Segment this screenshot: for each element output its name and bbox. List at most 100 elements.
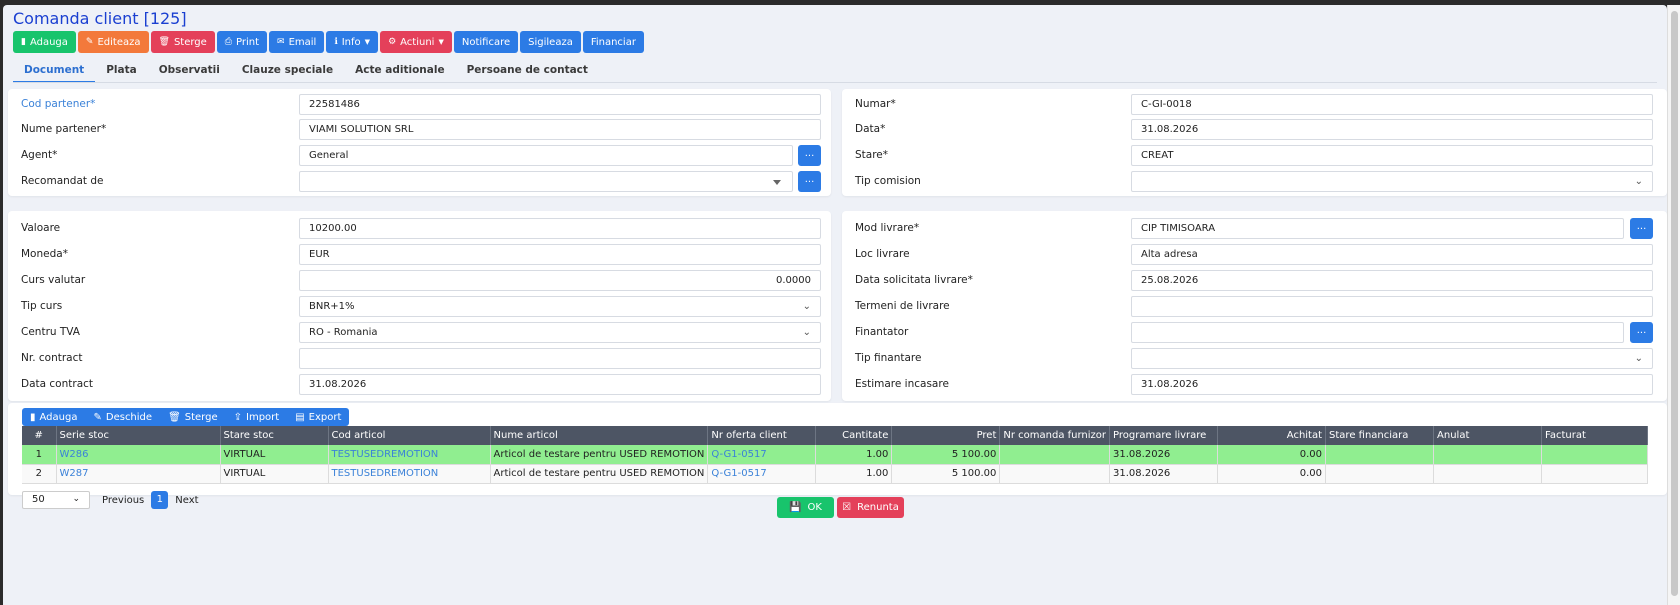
cell-nr-oferta[interactable]: Q-G1-0517 bbox=[707, 445, 817, 465]
grid-add-button[interactable]: ▮ Adauga bbox=[22, 408, 85, 426]
col-cantitate[interactable]: Cantitate bbox=[815, 426, 893, 445]
partner-name-input[interactable]: VIAMI SOLUTION SRL bbox=[299, 119, 821, 140]
financier-lookup-button[interactable]: ... bbox=[1630, 322, 1653, 343]
vat-center-select[interactable]: RO - Romania ⌄ bbox=[299, 322, 821, 343]
table-row[interactable]: 2 W287 VIRTUAL TESTUSEDREMOTION Articol … bbox=[22, 464, 1648, 484]
col-anulat[interactable]: Anulat bbox=[1433, 426, 1543, 445]
grid-delete-button[interactable]: 🗑 Sterge bbox=[160, 408, 226, 426]
delivery-terms-input[interactable] bbox=[1131, 296, 1653, 317]
financier-input[interactable] bbox=[1131, 322, 1624, 343]
tab-persoane-contact[interactable]: Persoane de contact bbox=[456, 59, 599, 83]
contract-date-input[interactable]: 31.08.2026 bbox=[299, 374, 821, 395]
cell-nr-oferta[interactable]: Q-G1-0517 bbox=[707, 464, 817, 484]
rate-type-row: Tip curs BNR+1% ⌄ bbox=[8, 296, 831, 317]
col-nume-articol[interactable]: Nume articol bbox=[490, 426, 709, 445]
seal-button[interactable]: Sigileaza bbox=[520, 31, 581, 53]
ok-button[interactable]: 💾 OK bbox=[777, 497, 834, 518]
col-index[interactable]: # bbox=[22, 426, 57, 445]
cancel-label: Renunta bbox=[857, 502, 899, 513]
tab-observatii[interactable]: Observatii bbox=[148, 59, 231, 83]
email-button[interactable]: ✉ Email bbox=[269, 31, 325, 53]
page-size-value: 50 bbox=[32, 494, 45, 505]
delivery-place-input[interactable]: Alta adresa bbox=[1131, 244, 1653, 265]
actions-label: Actiuni bbox=[400, 36, 435, 48]
cell-serie-stoc[interactable]: W286 bbox=[56, 445, 221, 465]
delivery-mode-input[interactable]: CIP TIMISOARA bbox=[1131, 218, 1624, 239]
print-button[interactable]: ⎙ Print bbox=[216, 31, 268, 53]
partner-code-label[interactable]: Cod partener* bbox=[21, 98, 95, 110]
col-facturat[interactable]: Facturat bbox=[1541, 426, 1648, 445]
notify-button[interactable]: Notificare bbox=[453, 31, 519, 53]
col-stare-stoc[interactable]: Stare stoc bbox=[220, 426, 329, 445]
table-row[interactable]: 1 W286 VIRTUAL TESTUSEDREMOTION Articol … bbox=[22, 445, 1648, 465]
cell-serie-stoc[interactable]: W287 bbox=[56, 464, 221, 484]
col-serie-stoc[interactable]: Serie stoc bbox=[56, 426, 221, 445]
edit-button[interactable]: ✎ Editeaza bbox=[77, 31, 149, 53]
file-icon: ▮ bbox=[21, 37, 26, 47]
recommended-select[interactable] bbox=[299, 171, 793, 192]
recommended-label: Recomandat de bbox=[21, 175, 104, 187]
recommended-lookup-button[interactable]: ... bbox=[798, 171, 821, 192]
grid-export-button[interactable]: ▤ Export bbox=[287, 408, 349, 426]
page-title: Comanda client [125] bbox=[13, 9, 187, 28]
rate-type-select[interactable]: BNR+1% ⌄ bbox=[299, 296, 821, 317]
col-achitat[interactable]: Achitat bbox=[1217, 426, 1327, 445]
grid-import-button[interactable]: ⇪ Import bbox=[226, 408, 288, 426]
pagination: 50 ⌄ Previous 1 Next bbox=[22, 491, 199, 509]
tab-document[interactable]: Document bbox=[13, 59, 96, 83]
value-input[interactable]: 10200.00 bbox=[299, 218, 821, 239]
page-number-1[interactable]: 1 bbox=[151, 491, 169, 509]
items-table: # Serie stoc Stare stoc Cod articol Nume… bbox=[22, 426, 1648, 484]
financing-type-select[interactable]: ⌄ bbox=[1131, 348, 1653, 369]
col-programare-livrare[interactable]: Programare livrare bbox=[1109, 426, 1219, 445]
col-nr-comanda-furnizor[interactable]: Nr comanda furnizor bbox=[999, 426, 1111, 445]
agent-input[interactable]: General bbox=[299, 145, 793, 166]
commission-select[interactable]: ⌄ bbox=[1131, 171, 1653, 192]
cancel-button[interactable]: ☒ Renunta bbox=[837, 497, 904, 518]
caret-down-icon: ▼ bbox=[364, 38, 371, 46]
actions-dropdown[interactable]: ⚙ Actiuni ▼ bbox=[380, 31, 452, 53]
page-scrollbar[interactable] bbox=[1667, 5, 1680, 605]
page-size-select[interactable]: 50 ⌄ bbox=[22, 491, 90, 509]
col-cod-articol[interactable]: Cod articol bbox=[328, 426, 491, 445]
contract-number-input[interactable] bbox=[299, 348, 821, 369]
email-label: Email bbox=[288, 36, 317, 48]
col-stare-financiara[interactable]: Stare financiara bbox=[1325, 426, 1435, 445]
grid-export-label: Export bbox=[308, 411, 342, 423]
delete-button[interactable]: 🗑 Sterge bbox=[150, 31, 215, 53]
cell-stare-stoc: VIRTUAL bbox=[220, 464, 329, 484]
col-pret[interactable]: Pret bbox=[891, 426, 1001, 445]
delete-label: Sterge bbox=[173, 36, 207, 48]
export-icon: ▤ bbox=[295, 411, 305, 423]
tab-acte-aditionale[interactable]: Acte aditionale bbox=[344, 59, 455, 83]
info-dropdown[interactable]: ℹ Info ▼ bbox=[326, 31, 379, 53]
agent-lookup-button[interactable]: ... bbox=[798, 145, 821, 166]
cell-cod-articol[interactable]: TESTUSEDREMOTION bbox=[328, 464, 491, 484]
previous-page-link[interactable]: Previous bbox=[102, 495, 144, 506]
collection-estimate-input[interactable]: 31.08.2026 bbox=[1131, 374, 1653, 395]
number-input[interactable]: C-GI-0018 bbox=[1131, 94, 1653, 115]
date-input[interactable]: 31.08.2026 bbox=[1131, 119, 1653, 140]
grid-open-button[interactable]: ✎ Deschide bbox=[85, 408, 160, 426]
cell-stare-financiara bbox=[1325, 464, 1435, 484]
partner-code-input[interactable]: 22581486 bbox=[299, 94, 821, 115]
cell-stare-stoc: VIRTUAL bbox=[220, 445, 329, 465]
number-row: Numar* C-GI-0018 bbox=[842, 94, 1667, 115]
status-input[interactable]: CREAT bbox=[1131, 145, 1653, 166]
currency-input[interactable]: EUR bbox=[299, 244, 821, 265]
tab-plata[interactable]: Plata bbox=[95, 59, 148, 83]
delivery-place-label: Loc livrare bbox=[855, 248, 910, 260]
col-nr-oferta[interactable]: Nr oferta client bbox=[707, 426, 817, 445]
cell-cod-articol[interactable]: TESTUSEDREMOTION bbox=[328, 445, 491, 465]
chevron-down-icon: ⌄ bbox=[802, 301, 811, 312]
financial-button[interactable]: Financiar bbox=[582, 31, 644, 53]
financial-label: Financiar bbox=[590, 36, 636, 48]
next-page-link[interactable]: Next bbox=[175, 495, 198, 506]
scrollbar-thumb[interactable] bbox=[1671, 11, 1678, 596]
footer-actions: 💾 OK ☒ Renunta bbox=[777, 497, 904, 518]
requested-date-input[interactable]: 25.08.2026 bbox=[1131, 270, 1653, 291]
tab-clauze-speciale[interactable]: Clauze speciale bbox=[231, 59, 344, 83]
delivery-mode-lookup-button[interactable]: ... bbox=[1630, 218, 1653, 239]
add-button[interactable]: ▮ Adauga bbox=[13, 31, 76, 53]
exchange-rate-input[interactable]: 0.0000 bbox=[299, 270, 821, 291]
